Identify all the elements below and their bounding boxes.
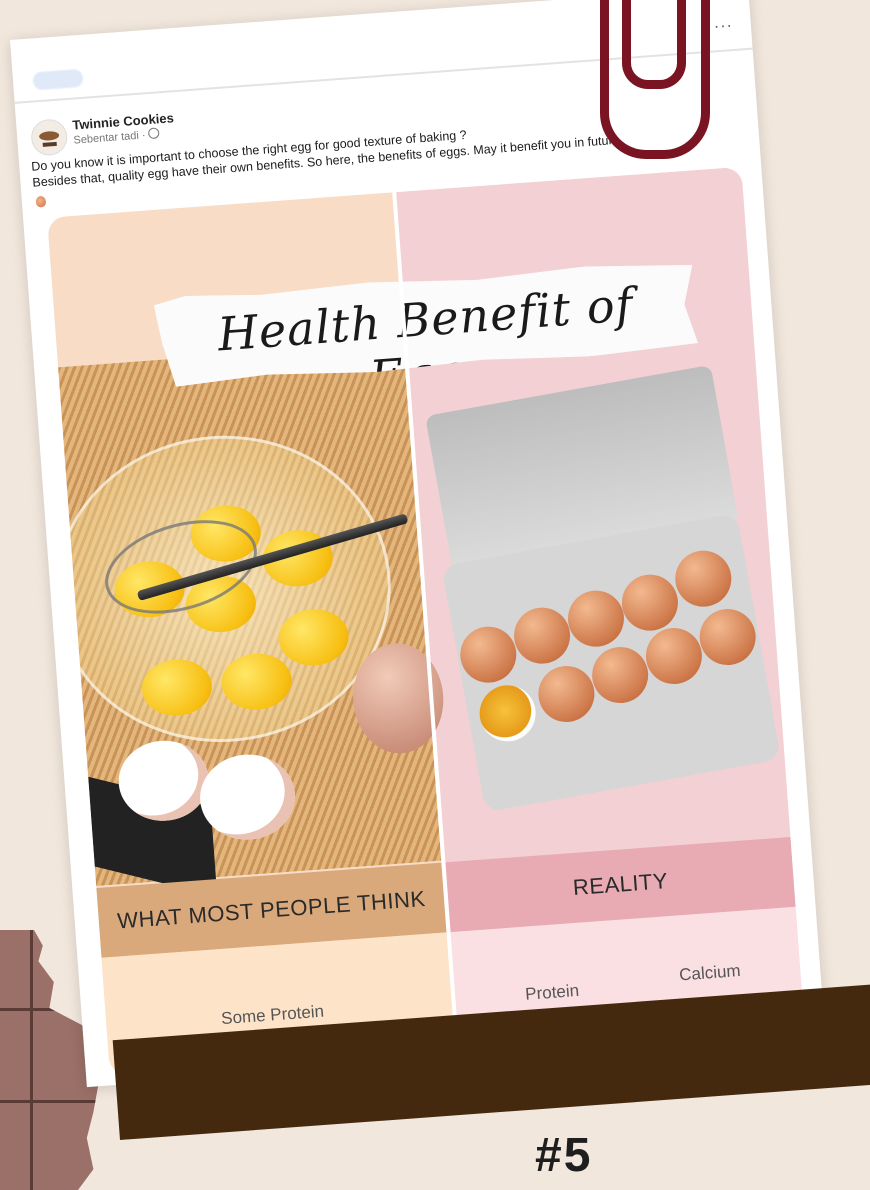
- bowl-of-eggs-photo: [47, 342, 448, 897]
- egg-infographic[interactable]: Health Benefit of Eggs WHAT MOST PEOPLE …: [47, 166, 805, 1076]
- avatar[interactable]: [29, 118, 69, 157]
- egg-carton-photo: [407, 316, 792, 880]
- globe-icon: [148, 127, 160, 140]
- more-options-icon[interactable]: ···: [713, 17, 733, 36]
- chocolate-groove: [30, 930, 33, 1190]
- egg-emoji-icon: [35, 195, 47, 208]
- slide-number: #5: [535, 1129, 593, 1182]
- paper-clip-inner: [622, 0, 686, 89]
- social-post-card: ··· Twinnie Cookies Sebentar tadi · Do y…: [10, 0, 825, 1088]
- stat-protein: Protein: [524, 980, 580, 1004]
- stat-calcium: Calcium: [678, 961, 742, 985]
- top-tabs: [32, 68, 84, 91]
- tab-active-pill[interactable]: [32, 68, 84, 91]
- timestamp-text: Sebentar tadi ·: [73, 129, 149, 147]
- chocolate-groove: [0, 1100, 100, 1103]
